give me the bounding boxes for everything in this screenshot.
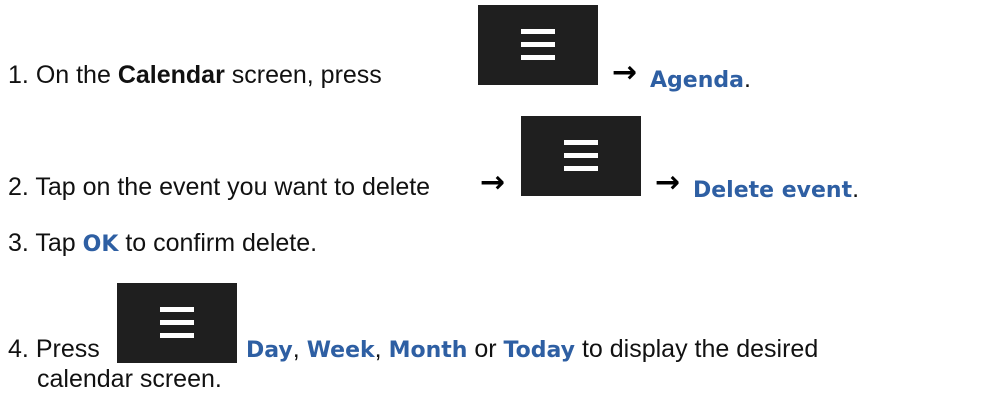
step-4-line-2: calendar screen.: [37, 365, 222, 393]
menu-icon-bar: [564, 140, 598, 145]
step-4-tail: Day, Week, Month or Today to display the…: [246, 335, 819, 363]
today-option: Today: [503, 338, 576, 363]
step-2-tail: Delete event.: [693, 175, 860, 203]
menu-icon-bar: [521, 29, 555, 34]
step-number: 4.: [8, 335, 29, 363]
step-text: Tap on the event you want to delete: [35, 173, 431, 201]
step-1-tail: Agenda.: [650, 65, 751, 93]
menu-icon-bar: [160, 333, 194, 338]
step-text: to confirm delete.: [118, 229, 318, 257]
ok-button-label: OK: [82, 232, 119, 257]
right-arrow-icon: →: [612, 55, 638, 90]
step-text: On the: [35, 61, 118, 89]
step-3: 3. Tap OK to confirm delete.: [8, 228, 317, 260]
calendar-label: Calendar: [117, 61, 225, 89]
menu-icon-bar: [160, 320, 194, 325]
right-arrow-icon: →: [480, 165, 506, 200]
menu-icon-bar: [521, 42, 555, 47]
week-option: Week: [306, 338, 375, 363]
step-text: Press: [35, 335, 100, 363]
step-number: 1.: [8, 61, 29, 89]
day-option: Day: [246, 338, 293, 363]
menu-icon-bar: [521, 55, 555, 60]
right-arrow-icon: →: [655, 165, 681, 200]
step-2: 2. Tap on the event you want to delete: [8, 172, 430, 202]
menu-button[interactable]: [478, 5, 598, 85]
step-1: 1. On the Calendar screen, press: [8, 60, 382, 90]
menu-icon-bar: [564, 166, 598, 171]
step-number: 3.: [8, 229, 29, 257]
step-text: Tap: [35, 229, 83, 257]
delete-event-option: Delete event: [693, 178, 853, 203]
agenda-option: Agenda: [650, 68, 744, 93]
step-4: 4. Press: [8, 334, 100, 364]
menu-icon-bar: [160, 307, 194, 312]
step-text: screen, press: [224, 61, 382, 89]
menu-icon-bar: [564, 153, 598, 158]
step-number: 2.: [8, 173, 29, 201]
month-option: Month: [388, 338, 468, 363]
menu-button[interactable]: [117, 283, 237, 363]
menu-button[interactable]: [521, 116, 641, 196]
